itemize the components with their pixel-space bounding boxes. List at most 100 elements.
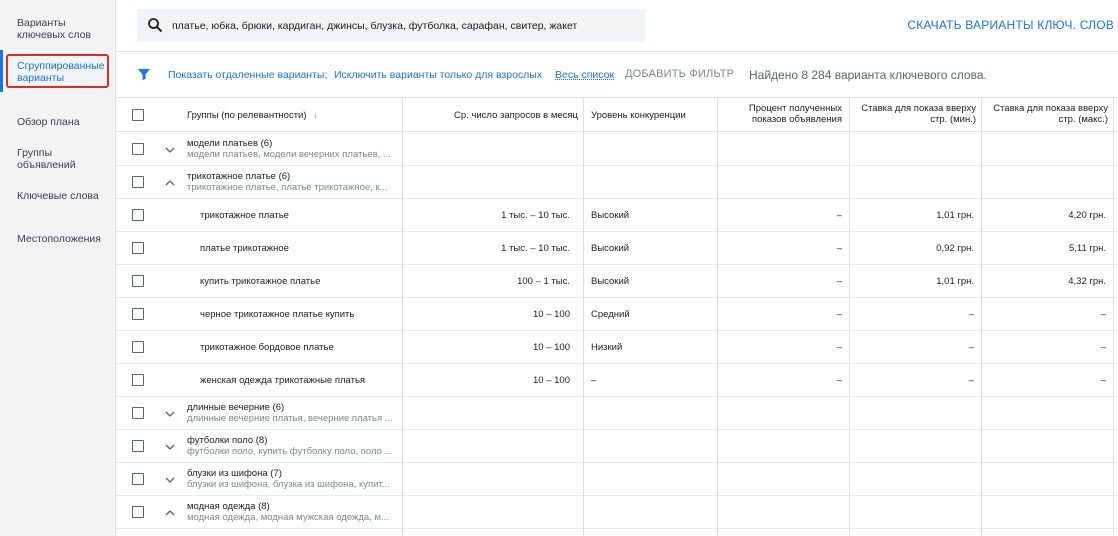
bid-low: 1,01 грн. (936, 210, 974, 221)
bid-low: 0,92 грн. (936, 243, 974, 254)
download-keywords-button[interactable]: СКАЧАТЬ ВАРИАНТЫ КЛЮЧ. СЛОВ (907, 18, 1114, 32)
bid-low: – (968, 375, 974, 386)
group-keywords: модная одежда, модная мужская одежда, м.… (187, 512, 389, 523)
impression-share: – (836, 309, 842, 320)
row-checkbox[interactable] (132, 506, 144, 518)
row-checkbox[interactable] (132, 473, 144, 485)
group-row[interactable]: модели платьев (6) модели платьев, модели… (116, 133, 1118, 166)
group-row[interactable]: блузки из шифона (7) блузки из шифона, бл… (116, 463, 1118, 496)
keyword-row[interactable]: платье трикотажное 1 тыс. – 10 тыс. Высоки… (116, 232, 1118, 265)
header-group-label: Группы (по релевантности) (187, 110, 307, 121)
header-avg-searches[interactable]: Ср. число запросов в месяц (404, 110, 578, 121)
chevron-down-icon[interactable] (165, 145, 175, 155)
column-divider (981, 98, 982, 536)
keyword-text: трикотажное бордовое платье (200, 342, 334, 353)
bid-low: 1,01 грн. (936, 276, 974, 287)
column-divider (583, 98, 584, 536)
keyword-text: черное трикотажное платье купить (200, 309, 355, 320)
keyword-row[interactable]: трикотажное бордовое платье 10 – 100 Низки… (116, 331, 1118, 364)
row-checkbox[interactable] (132, 374, 144, 386)
chevron-up-icon[interactable] (165, 508, 175, 518)
bid-high: 4,20 грн. (1068, 210, 1106, 221)
add-filter-button[interactable]: ДОБАВИТЬ ФИЛЬТР (625, 68, 734, 80)
keyword-row[interactable]: трикотажное платье 1 тыс. – 10 тыс. Высоки… (116, 199, 1118, 232)
bid-low: – (968, 342, 974, 353)
sort-arrow-down-icon[interactable]: ↓ (313, 110, 318, 121)
sidebar-active-indicator (0, 50, 3, 92)
keyword-row[interactable]: черное трикотажное платье купить 10 – 100… (116, 298, 1118, 331)
table-header: Группы (по релевантности) ↓ Ср. число за… (116, 98, 1118, 132)
row-checkbox[interactable] (132, 176, 144, 188)
sidebar-item-locations[interactable]: Местоположения (17, 233, 109, 245)
impression-share: – (836, 276, 842, 287)
sidebar-item-keywords[interactable]: Ключевые слова (17, 190, 109, 202)
group-row[interactable]: трикотажное платье (6) трикотажное платье… (116, 166, 1118, 199)
bid-high: 4,32 грн. (1068, 276, 1106, 287)
competition: – (591, 375, 597, 386)
group-title: модная одежда (8) (187, 501, 270, 512)
impression-share: – (836, 375, 842, 386)
group-row[interactable]: футболки поло (8) футболки поло, купить ф… (116, 430, 1118, 463)
column-divider (717, 98, 718, 536)
row-checkbox[interactable] (132, 242, 144, 254)
header-group[interactable]: Группы (по релевантности) ↓ (187, 110, 318, 121)
sidebar-item-ad-groups[interactable]: Группы объявлений (17, 147, 109, 171)
chevron-up-icon[interactable] (165, 178, 175, 188)
sidebar: Варианты ключевых слов Сгруппированные в… (0, 0, 116, 536)
competition: Высокий (591, 243, 630, 254)
group-keywords: длинные вечерние платья, вечерние платья… (187, 413, 393, 424)
row-checkbox[interactable] (132, 341, 144, 353)
avg-searches: 100 – 1 тыс. (517, 276, 570, 287)
bid-low: – (968, 309, 974, 320)
header-impression-share[interactable]: Процент полученных показов объявления (726, 103, 842, 125)
avg-searches: 10 – 100 (533, 342, 570, 353)
show-distant-ideas-link[interactable]: Показать отдаленные варианты; (168, 69, 327, 81)
group-title: блузки из шифона (7) (187, 468, 282, 479)
filter-icon[interactable] (137, 67, 151, 81)
group-keywords: модели платьев, модели вечерних платьев,… (187, 149, 391, 160)
group-title: модели платьев (6) (187, 138, 273, 149)
top-bar: платье, юбка, брюки, кардиган, джинсы, б… (116, 0, 1118, 52)
sidebar-item-keyword-ideas[interactable]: Варианты ключевых слов (17, 17, 109, 41)
row-checkbox[interactable] (132, 209, 144, 221)
impression-share: – (836, 243, 842, 254)
header-bid-high[interactable]: Ставка для показа вверху стр. (макс.) (984, 103, 1108, 125)
chevron-down-icon[interactable] (165, 475, 175, 485)
search-icon (148, 18, 163, 33)
keyword-row[interactable]: женская одежда трикотажные платья 10 – 10… (116, 364, 1118, 397)
group-row[interactable]: длинные вечерние (6) длинные вечерние пла… (116, 397, 1118, 430)
chevron-down-icon[interactable] (165, 409, 175, 419)
sidebar-item-grouped-ideas[interactable]: Сгруппированные варианты (6, 54, 109, 88)
results-count: Найдено 8 284 варианта ключевого слова. (749, 68, 987, 82)
group-keywords: футболки поло, купить футболку поло, пол… (187, 446, 393, 457)
row-checkbox[interactable] (132, 308, 144, 320)
competition: Низкий (591, 342, 623, 353)
keyword-text: женская одежда трикотажные платья (200, 375, 366, 386)
bid-high: – (1100, 342, 1106, 353)
group-row[interactable]: модная одежда (8) модная одежда, модная м… (116, 496, 1118, 529)
column-divider (402, 98, 403, 536)
row-checkbox[interactable] (132, 440, 144, 452)
keyword-text: платье трикотажное (200, 243, 289, 254)
filter-bar: Показать отдаленные варианты; Исключить … (116, 52, 1118, 98)
keyword-row[interactable]: купить трикотажное платье 100 – 1 тыс. Выс… (116, 265, 1118, 298)
group-title: длинные вечерние (6) (187, 402, 285, 413)
chevron-down-icon[interactable] (165, 442, 175, 452)
header-bid-low[interactable]: Ставка для показа вверху стр. (мин.) (852, 103, 976, 125)
keyword-text: трикотажное платье (200, 210, 289, 221)
select-all-checkbox[interactable] (132, 109, 144, 121)
search-input[interactable]: платье, юбка, брюки, кардиган, джинсы, б… (137, 9, 645, 42)
header-competition[interactable]: Уровень конкуренции (591, 110, 686, 121)
column-divider (849, 98, 850, 536)
row-checkbox[interactable] (132, 143, 144, 155)
sidebar-item-plan-overview[interactable]: Обзор плана (17, 116, 109, 128)
competition: Высокий (591, 210, 630, 221)
row-checkbox[interactable] (132, 407, 144, 419)
competition: Средний (591, 309, 630, 320)
group-title: футболки поло (8) (187, 435, 268, 446)
row-checkbox[interactable] (132, 275, 144, 287)
search-query[interactable]: платье, юбка, брюки, кардиган, джинсы, б… (172, 20, 577, 32)
bid-high: – (1100, 309, 1106, 320)
all-list-link[interactable]: Весь список (555, 69, 614, 81)
exclude-adult-link[interactable]: Исключить варианты только для взрослых (334, 69, 542, 81)
